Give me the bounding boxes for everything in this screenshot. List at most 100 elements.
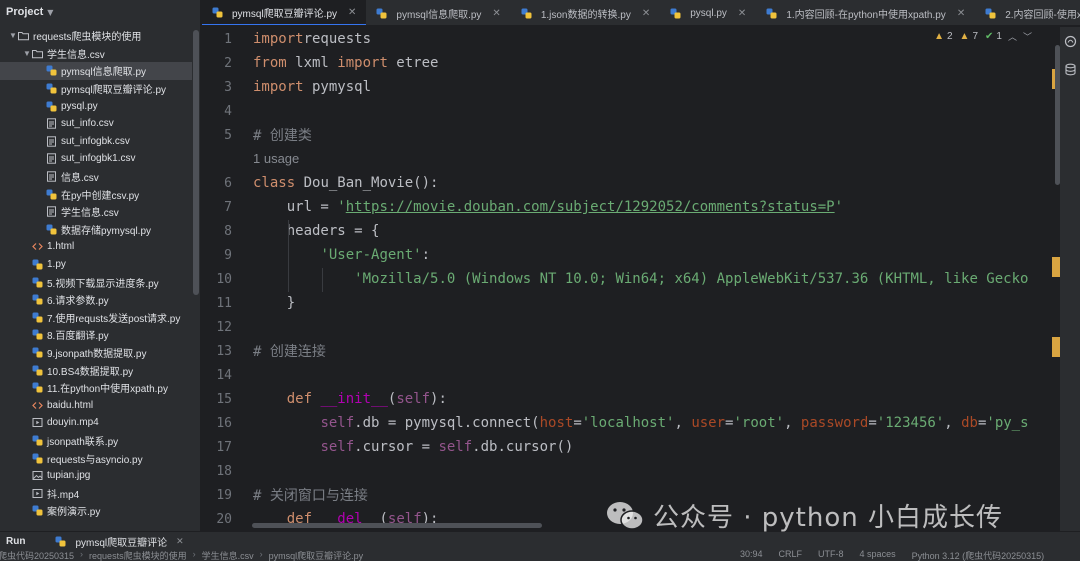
tree-scrollbar[interactable]	[193, 30, 199, 295]
code-line[interactable]: 6 class Dou_Ban_Movie():	[202, 171, 1060, 195]
tree-file[interactable]: baidu.html	[0, 396, 192, 414]
code-line[interactable]: 4	[202, 99, 1060, 123]
breadcrumb-item[interactable]: pymsql爬取豆瓣评论.py	[269, 550, 364, 561]
editor-tab[interactable]: 1.内容回顾-在python中使用xpath.py ✕	[756, 0, 975, 25]
editor-tab[interactable]: 1.json数据的转换.py ✕	[511, 0, 660, 25]
code-line[interactable]: 9 'User-Agent':	[202, 243, 1060, 267]
tree-file[interactable]: 5.视频下载显示进度条.py	[0, 273, 192, 291]
editor-tab[interactable]: pymsql爬取豆瓣评论.py ✕	[202, 0, 367, 25]
tree-file[interactable]: sut_infogbk1.csv	[0, 150, 192, 168]
code-line[interactable]: 16 self.db = pymysql.connect(host='local…	[202, 411, 1060, 435]
line-number[interactable]: 5	[202, 128, 232, 143]
tree-file[interactable]: 信息.csv	[0, 168, 192, 186]
chevron-down-icon[interactable]: ▼	[47, 8, 53, 17]
code-line[interactable]: 5 # 创建类	[202, 123, 1060, 147]
line-separator[interactable]: CRLF	[779, 550, 803, 561]
code-line[interactable]: 15 def __init__(self):	[202, 387, 1060, 411]
warning-marker[interactable]	[1052, 257, 1060, 277]
tree-file[interactable]: jsonpath联系.py	[0, 432, 192, 450]
code-line[interactable]: 3 import pymysql	[202, 75, 1060, 99]
tree-file[interactable]: pymsql爬取豆瓣评论.py	[0, 80, 192, 98]
indent-setting[interactable]: 4 spaces	[860, 550, 896, 561]
code-text[interactable]: self.db = pymysql.connect(host='localhos…	[253, 415, 1028, 431]
tree-file[interactable]: 7.使用requsts发送post请求.py	[0, 309, 192, 327]
line-number[interactable]: 19	[202, 488, 232, 503]
python-interpreter[interactable]: Python 3.12 (爬虫代码20250315)	[912, 550, 1045, 561]
code-text[interactable]: headers = {	[253, 223, 380, 239]
breadcrumb-item[interactable]: 学生信息.csv	[202, 550, 254, 561]
warning-marker[interactable]	[1052, 337, 1060, 357]
line-number[interactable]: 16	[202, 416, 232, 431]
close-icon[interactable]: ✕	[176, 536, 184, 547]
code-text[interactable]: }	[253, 295, 295, 311]
tree-file[interactable]: sut_info.csv	[0, 115, 192, 133]
line-number[interactable]: 13	[202, 344, 232, 359]
code-editor[interactable]: ▲ 2 ▲ 7 ✔ 1 ︿ ﹀ 1 importrequests 2 from lxm…	[202, 27, 1060, 531]
tree-file[interactable]: 11.在python中使用xpath.py	[0, 379, 192, 397]
project-title[interactable]: Project	[6, 6, 43, 18]
code-text[interactable]: url = 'https://movie.douban.com/subject/…	[253, 199, 843, 215]
usage-hint[interactable]: 1 usage	[253, 151, 299, 166]
code-text[interactable]: # 创建连接	[253, 341, 326, 361]
line-number[interactable]: 11	[202, 296, 232, 311]
line-number[interactable]: 9	[202, 248, 232, 263]
tree-file[interactable]: 数据存储pymysql.py	[0, 221, 192, 239]
tree-file[interactable]: douyin.mp4	[0, 414, 192, 432]
code-line[interactable]: 14	[202, 363, 1060, 387]
line-number[interactable]: 1	[202, 32, 232, 47]
tree-file[interactable]: sut_infogbk.csv	[0, 133, 192, 151]
code-line[interactable]: 18	[202, 459, 1060, 483]
tree-file[interactable]: pysql.py	[0, 97, 192, 115]
editor-tab[interactable]: 2.内容回顾-使用xpath	[975, 0, 1080, 25]
chevron-down-icon[interactable]: ▼	[22, 49, 32, 58]
tree-file[interactable]: 抖.mp4	[0, 484, 192, 502]
tree-file[interactable]: 10.BS4数据提取.py	[0, 361, 192, 379]
line-number[interactable]: 14	[202, 368, 232, 383]
code-line[interactable]: 13 # 创建连接	[202, 339, 1060, 363]
notifications-icon[interactable]	[1064, 35, 1077, 48]
line-number[interactable]: 2	[202, 56, 232, 71]
code-text[interactable]: 'User-Agent':	[253, 247, 430, 263]
code-line[interactable]: 1 importrequests	[202, 27, 1060, 51]
editor-tab[interactable]: pysql.py ✕	[660, 0, 756, 25]
tree-file[interactable]: 8.百度翻译.py	[0, 326, 192, 344]
code-line[interactable]: 11 }	[202, 291, 1060, 315]
tree-file[interactable]: pymsql信息爬取.py	[0, 62, 192, 80]
close-icon[interactable]: ✕	[642, 8, 650, 19]
chevron-down-icon[interactable]: ▼	[8, 31, 18, 40]
close-icon[interactable]: ✕	[492, 8, 500, 19]
code-text[interactable]: self.cursor = self.db.cursor()	[253, 439, 573, 455]
breadcrumb-item[interactable]: requests爬虫模块的使用	[89, 550, 187, 561]
database-icon[interactable]	[1064, 63, 1077, 76]
code-text[interactable]: # 创建类	[253, 125, 312, 145]
line-number[interactable]: 15	[202, 392, 232, 407]
breadcrumb-item[interactable]: 爬虫代码20250315	[0, 550, 74, 561]
line-number[interactable]: 10	[202, 272, 232, 287]
code-line[interactable]: 17 self.cursor = self.db.cursor()	[202, 435, 1060, 459]
tree-file[interactable]: tupian.jpg	[0, 467, 192, 485]
code-text[interactable]: importrequests	[253, 31, 371, 47]
code-text[interactable]: def __init__(self):	[253, 391, 447, 407]
tree-file[interactable]: 1.py	[0, 256, 192, 274]
code-text[interactable]: class Dou_Ban_Movie():	[253, 175, 438, 191]
tree-folder[interactable]: ▼ 学生信息.csv	[0, 45, 192, 63]
line-number[interactable]: 12	[202, 320, 232, 335]
run-label[interactable]: Run	[6, 536, 25, 547]
close-icon[interactable]: ✕	[957, 8, 965, 19]
close-icon[interactable]: ✕	[738, 8, 746, 19]
editor-horizontal-scrollbar[interactable]	[252, 523, 542, 528]
tree-file[interactable]: 在py中创建csv.py	[0, 185, 192, 203]
code-line[interactable]: 2 from lxml import etree	[202, 51, 1060, 75]
file-encoding[interactable]: UTF-8	[818, 550, 844, 561]
code-line[interactable]: 10 'Mozilla/5.0 (Windows NT 10.0; Win64;…	[202, 267, 1060, 291]
tree-folder[interactable]: ▼ requests爬虫模块的使用	[0, 27, 192, 45]
caret-position[interactable]: 30:94	[740, 550, 763, 561]
close-icon[interactable]: ✕	[348, 7, 356, 18]
code-text[interactable]: 'Mozilla/5.0 (Windows NT 10.0; Win64; x6…	[253, 271, 1028, 287]
project-header[interactable]: Project ▼	[0, 0, 200, 24]
code-line[interactable]: 12	[202, 315, 1060, 339]
line-number[interactable]: 7	[202, 200, 232, 215]
code-text[interactable]: # 关闭窗口与连接	[253, 485, 368, 505]
tree-file[interactable]: requests与asyncio.py	[0, 449, 192, 467]
editor-tab[interactable]: pymsql信息爬取.py ✕	[366, 0, 510, 25]
